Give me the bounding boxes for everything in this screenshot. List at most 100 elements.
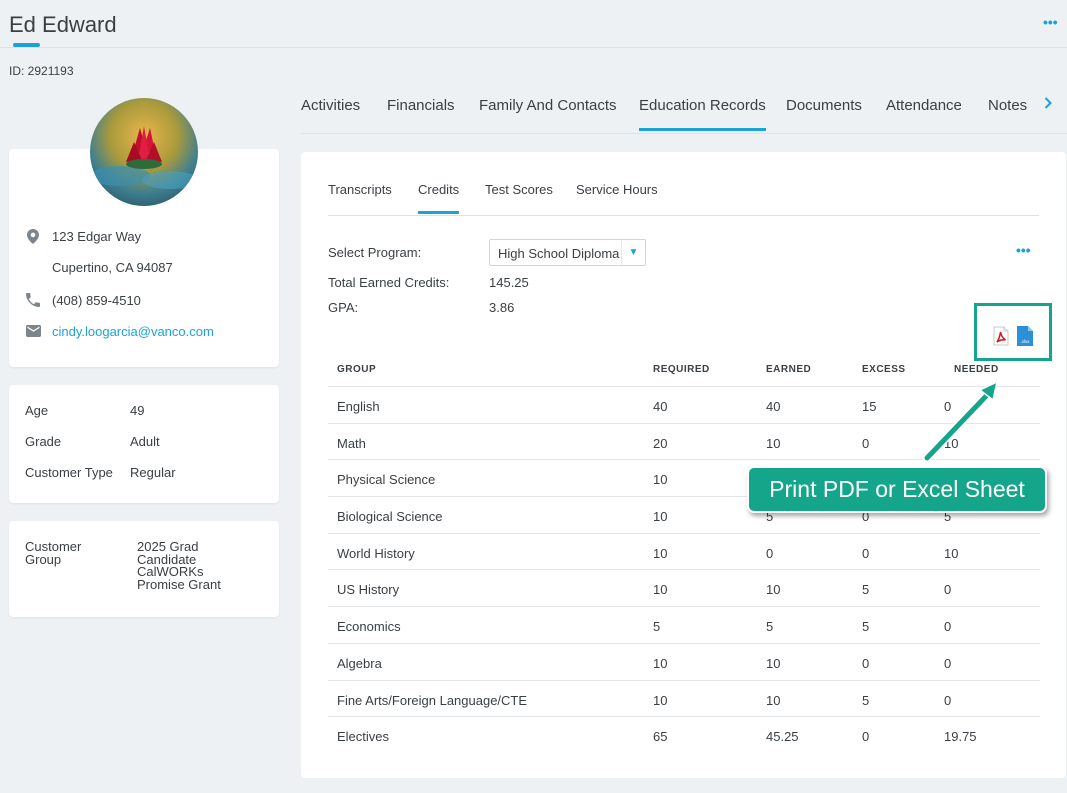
tab-financials[interactable]: Financials: [387, 97, 455, 114]
cell-group: Economics: [337, 619, 401, 635]
cell-required: 10: [653, 655, 668, 671]
table-row: World History 10 0 0 10: [328, 534, 1040, 571]
cell-earned: 5: [766, 619, 774, 635]
table-row: US History 10 10 5 0: [328, 570, 1040, 608]
customer-group-label-line2: Group: [25, 551, 62, 567]
age-value: 49: [130, 403, 145, 418]
cell-group: Electives: [337, 729, 390, 745]
credits-more-icon[interactable]: •••: [1016, 242, 1031, 258]
tab-family-and-contacts[interactable]: Family And Contacts: [479, 97, 617, 114]
tab-activities[interactable]: Activities: [301, 97, 360, 114]
tab-notes[interactable]: Notes: [988, 97, 1027, 114]
cell-group: Fine Arts/Foreign Language/CTE: [337, 692, 528, 708]
customer-group-card: Customer Group 2025 Grad Candidate CalWO…: [9, 521, 279, 617]
subtab-service-hours[interactable]: Service Hours: [576, 182, 658, 197]
subtab-test-scores[interactable]: Test Scores: [485, 182, 553, 197]
caret-down-icon: ▼: [621, 240, 645, 265]
table-row: English 40 40 15 0: [328, 387, 1040, 424]
cell-excess: 0: [862, 435, 870, 451]
tab-attendance[interactable]: Attendance: [886, 97, 962, 114]
cell-required: 20: [653, 435, 668, 451]
col-needed: NEEDED: [954, 364, 999, 375]
address-line2: Cupertino, CA 94087: [52, 260, 173, 275]
cell-excess: 5: [862, 692, 870, 708]
cell-group: English: [337, 399, 380, 414]
name-underline: [13, 43, 40, 47]
cell-required: 10: [653, 509, 668, 525]
info-card: Age 49 Grade Adult Customer Type Regular: [9, 385, 279, 503]
cell-needed: 0: [944, 692, 952, 708]
cell-group: Algebra: [337, 655, 382, 671]
profile-header: Ed Edward: [0, 0, 1067, 48]
svg-text:.xlsx: .xlsx: [1021, 339, 1031, 344]
credits-table: GROUP REQUIRED EARNED EXCESS NEEDED Engl…: [328, 352, 1040, 754]
cell-needed: 10: [944, 435, 959, 451]
gpa-value: 3.86: [489, 300, 515, 315]
select-program-label: Select Program:: [328, 245, 422, 260]
cell-group: Physical Science: [337, 472, 436, 488]
table-header: GROUP REQUIRED EARNED EXCESS NEEDED: [328, 352, 1040, 387]
col-earned: EARNED: [766, 364, 812, 375]
location-pin-icon: [25, 228, 41, 244]
cell-excess: 0: [862, 729, 870, 745]
cell-needed: 19.75: [944, 729, 977, 745]
address-line1: 123 Edgar Way: [52, 228, 142, 244]
cell-excess: 15: [862, 399, 877, 414]
cell-group: US History: [337, 582, 400, 598]
cell-required: 10: [653, 582, 668, 598]
col-excess: EXCESS: [862, 364, 906, 375]
chevron-right-icon[interactable]: [1044, 96, 1052, 114]
customer-group-list: 2025 Grad Candidate CalWORKs Promise Gra…: [137, 540, 221, 592]
age-label: Age: [25, 403, 49, 418]
table-row: Fine Arts/Foreign Language/CTE 10 10 5 0: [328, 681, 1040, 718]
cell-required: 10: [653, 472, 668, 488]
table-body: English 40 40 15 0 Math 20 10 0 10 Physical Scienc…: [328, 387, 1040, 754]
cell-earned: 40: [766, 399, 781, 414]
cell-required: 5: [653, 619, 661, 635]
subtab-credits[interactable]: Credits: [418, 182, 460, 214]
program-select[interactable]: High School Diploma ▼: [489, 239, 646, 266]
phone-number: (408) 859-4510: [52, 292, 141, 308]
cell-earned: 10: [766, 435, 781, 451]
cell-group: Math: [337, 435, 366, 451]
table-row: Electives 65 45.25 0 19.75: [328, 717, 1040, 754]
col-required: REQUIRED: [653, 364, 710, 375]
cell-earned: 45.25: [766, 729, 799, 745]
cell-excess: 5: [862, 582, 870, 598]
total-credits-label: Total Earned Credits:: [328, 275, 450, 290]
col-group: GROUP: [337, 364, 377, 375]
cell-needed: 0: [944, 655, 952, 671]
cell-required: 10: [653, 545, 668, 561]
main-tab-bar: Activities Financials Family And Contact…: [301, 84, 1067, 134]
avatar: [90, 98, 198, 206]
cell-needed: 0: [944, 399, 952, 414]
subtab-transcripts[interactable]: Transcripts: [328, 182, 392, 197]
credits-panel: Transcripts Credits Test Scores Service …: [301, 152, 1066, 778]
cell-needed: 0: [944, 619, 952, 635]
mail-icon: [25, 323, 41, 339]
cell-earned: 10: [766, 582, 781, 598]
cell-earned: 10: [766, 655, 781, 671]
pdf-file-icon[interactable]: [993, 326, 1009, 346]
customer-group-item: Promise Grant: [137, 576, 221, 592]
cell-group: World History: [337, 545, 415, 561]
cell-required: 10: [653, 692, 668, 708]
email-row[interactable]: cindy.loogarcia@vanco.com: [25, 323, 214, 339]
grade-label: Grade: [25, 434, 62, 449]
cell-required: 40: [653, 399, 668, 414]
email-link[interactable]: cindy.loogarcia@vanco.com: [52, 324, 214, 339]
cell-needed: 10: [944, 545, 959, 561]
cell-group: Biological Science: [337, 509, 443, 525]
tab-education-records[interactable]: Education Records: [639, 97, 766, 131]
address-row: 123 Edgar Way: [25, 228, 141, 244]
program-select-value: High School Diploma: [498, 246, 620, 261]
tab-documents[interactable]: Documents: [786, 97, 862, 114]
header-more-icon[interactable]: •••: [1043, 14, 1058, 30]
cell-required: 65: [653, 729, 668, 745]
table-row: Math 20 10 0 10: [328, 424, 1040, 461]
callout-label: Print PDF or Excel Sheet: [747, 466, 1047, 513]
phone-row: (408) 859-4510: [25, 292, 141, 308]
profile-id: ID: 2921193: [9, 64, 74, 78]
profile-name: Ed Edward: [9, 12, 117, 37]
xlsx-file-icon[interactable]: .xlsx: [1017, 326, 1033, 346]
